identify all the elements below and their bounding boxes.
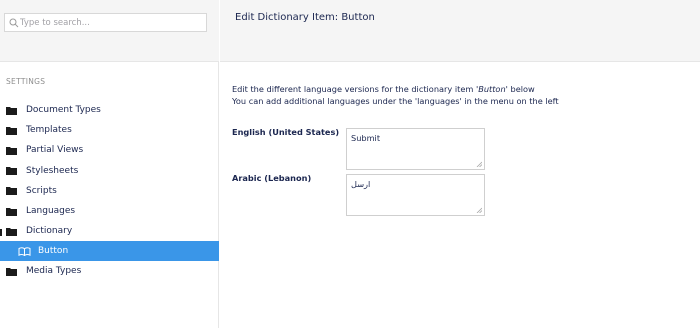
tree-item-languages[interactable]: Languages — [0, 201, 219, 221]
tree-item-partial-views[interactable]: Partial Views — [0, 140, 219, 160]
tree-item-stylesheets[interactable]: Stylesheets — [0, 161, 219, 181]
sidebar: SETTINGS Document Types Templates Partia… — [0, 0, 219, 328]
folder-icon — [6, 207, 17, 216]
resize-grip-icon[interactable] — [476, 207, 482, 213]
intro-line-1: Edit the different language versions for… — [232, 83, 559, 95]
folder-icon — [6, 267, 17, 276]
language-label-english: English (United States) — [232, 127, 340, 137]
tree-item-button[interactable]: Button — [0, 241, 219, 262]
folder-icon — [6, 146, 17, 155]
caret-icon[interactable] — [0, 227, 2, 236]
translation-field-english[interactable]: Submit — [346, 128, 485, 170]
tree-item-label: Button — [38, 246, 69, 257]
tree-item-scripts[interactable]: Scripts — [0, 181, 219, 201]
tree-item-label: Dictionary — [26, 226, 73, 237]
intro-item-name: Button — [478, 84, 506, 94]
language-label-arabic: Arabic (Lebanon) — [232, 173, 312, 183]
tree-item-label: Partial Views — [26, 145, 84, 156]
book-icon — [18, 247, 31, 256]
tree-item-label: Scripts — [26, 185, 57, 196]
intro-prefix: Edit the different language versions for… — [232, 84, 479, 94]
search-box[interactable] — [4, 13, 207, 32]
translation-field-arabic[interactable]: ارسل — [346, 174, 485, 216]
intro-line-2: You can add additional languages under t… — [232, 96, 559, 106]
tree-item-dictionary[interactable]: Dictionary — [0, 221, 219, 241]
intro-suffix: ' below — [505, 84, 535, 94]
resize-grip-icon[interactable] — [476, 161, 482, 167]
folder-icon — [6, 126, 17, 135]
page-title: Edit Dictionary Item: Button — [235, 12, 375, 23]
folder-icon — [6, 187, 17, 196]
search-input[interactable] — [20, 15, 204, 30]
folder-icon — [6, 167, 17, 176]
tree-item-document-types[interactable]: Document Types — [0, 100, 219, 120]
translation-input-english[interactable]: Submit — [347, 129, 484, 169]
tree-item-media-types[interactable]: Media Types — [0, 261, 219, 281]
section-title: SETTINGS — [6, 77, 46, 86]
tree-item-label: Document Types — [26, 105, 101, 116]
main-header: Edit Dictionary Item: Button — [220, 0, 700, 62]
tree-item-label: Media Types — [26, 266, 82, 277]
sidebar-header — [0, 0, 219, 62]
translation-input-arabic[interactable]: ارسل — [347, 175, 484, 215]
folder-icon — [6, 106, 17, 115]
intro-text: Edit the different language versions for… — [232, 83, 559, 107]
folder-icon — [6, 227, 17, 236]
tree-item-label: Stylesheets — [26, 165, 79, 176]
tree-item-label: Templates — [26, 125, 72, 136]
tree-item-label: Languages — [26, 206, 76, 217]
settings-tree: Document Types Templates Partial Views S… — [0, 100, 219, 282]
search-icon — [9, 18, 19, 28]
tree-item-templates[interactable]: Templates — [0, 120, 219, 140]
